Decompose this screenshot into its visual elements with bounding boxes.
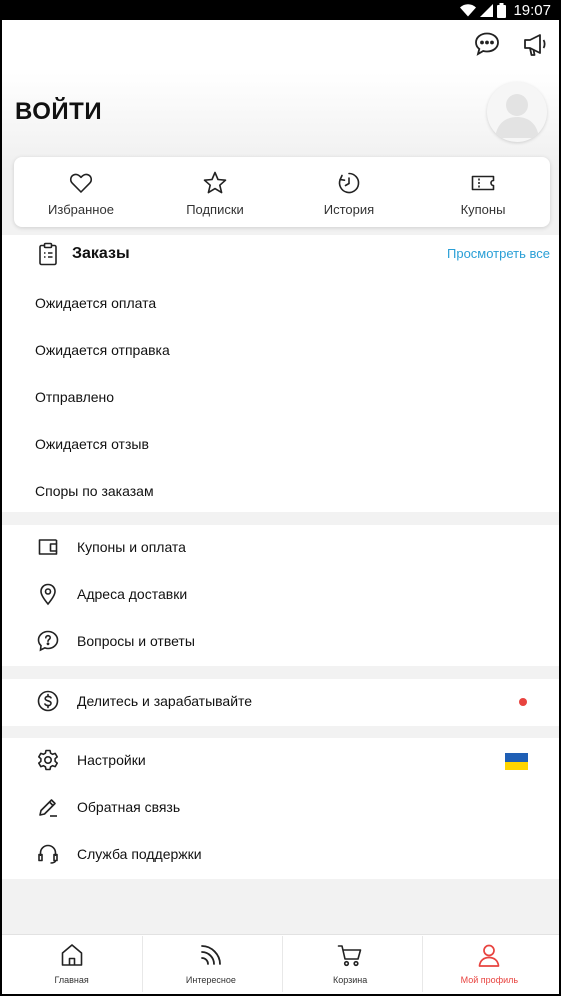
- nav-cart[interactable]: Корзина: [281, 935, 420, 994]
- quick-links-card: Избранное Подписки История Купоны: [14, 157, 550, 227]
- headset-icon: [38, 844, 58, 864]
- wifi-icon: [460, 3, 477, 17]
- location-pin-icon: [40, 583, 56, 606]
- cart-icon: [337, 945, 362, 967]
- profile-icon: [479, 944, 500, 967]
- quick-link-label: История: [323, 202, 375, 217]
- flag-stripe-yellow: [505, 761, 528, 770]
- quick-link-favorites[interactable]: Избранное: [14, 157, 148, 227]
- bottom-nav: Главная Интересное Корзина Мой профиль: [2, 934, 559, 994]
- order-status-awaiting-payment[interactable]: Ожидается оплата: [2, 283, 559, 330]
- profile-screen: 19:07 ВОЙТИ Избранное Подписки История К…: [2, 0, 559, 994]
- list-item-label: Ожидается отзыв: [35, 436, 149, 452]
- menu-item-label: Делитесь и зарабатывайте: [77, 693, 253, 709]
- gear-icon: [38, 749, 58, 771]
- profile-header: ВОЙТИ: [2, 20, 559, 170]
- menu-item-qa[interactable]: Вопросы и ответы: [2, 619, 559, 666]
- menu-item-label: Обратная связь: [77, 799, 181, 815]
- list-item-label: Ожидается отправка: [35, 342, 170, 358]
- nav-label: Главная: [54, 975, 89, 985]
- menu-item-label: Вопросы и ответы: [77, 633, 195, 649]
- account-section: Купоны и оплата Адреса доставки Вопросы …: [2, 525, 559, 666]
- signal-icon: [480, 3, 494, 17]
- order-status-awaiting-shipment[interactable]: Ожидается отправка: [2, 330, 559, 377]
- status-time: 19:07: [513, 1, 551, 19]
- notification-dot: [519, 698, 527, 706]
- list-item-label: Споры по заказам: [35, 483, 154, 499]
- list-item-label: Ожидается оплата: [35, 295, 157, 311]
- nav-feed[interactable]: Интересное: [141, 935, 280, 994]
- pencil-icon: [39, 799, 57, 817]
- order-status-disputes[interactable]: Споры по заказам: [2, 471, 559, 518]
- order-status-awaiting-review[interactable]: Ожидается отзыв: [2, 424, 559, 471]
- question-bubble-icon: [37, 630, 59, 652]
- quick-link-subscriptions[interactable]: Подписки: [148, 157, 282, 227]
- menu-item-share-earn[interactable]: Делитесь и зарабатывайте: [2, 679, 559, 726]
- flag-stripe-blue: [505, 753, 528, 762]
- menu-item-coupons-payment[interactable]: Купоны и оплата: [2, 525, 559, 572]
- menu-item-label: Адреса доставки: [77, 586, 188, 602]
- nav-divider: [282, 936, 283, 992]
- ticket-icon: [471, 175, 495, 191]
- menu-item-label: Настройки: [77, 752, 146, 768]
- menu-item-settings[interactable]: Настройки: [2, 738, 559, 785]
- heart-icon: [69, 173, 93, 193]
- order-status-shipped[interactable]: Отправлено: [2, 377, 559, 424]
- orders-header: Заказы Просмотреть все: [2, 235, 559, 283]
- nav-profile[interactable]: Мой профиль: [420, 935, 559, 994]
- menu-item-label: Купоны и оплата: [77, 539, 186, 555]
- nav-divider: [142, 936, 143, 992]
- login-button[interactable]: ВОЙТИ: [15, 98, 102, 126]
- quick-link-label: Избранное: [48, 202, 114, 217]
- feed-icon: [200, 945, 221, 965]
- wallet-icon: [38, 539, 58, 555]
- quick-link-label: Подписки: [186, 202, 244, 217]
- menu-item-label: Служба поддержки: [77, 846, 202, 862]
- clipboard-icon: [39, 242, 57, 266]
- country-flag-icon[interactable]: [505, 753, 528, 770]
- quick-link-history[interactable]: История: [282, 157, 416, 227]
- nav-label: Интересное: [185, 975, 236, 985]
- menu-item-support[interactable]: Служба поддержки: [2, 832, 559, 879]
- share-section: Делитесь и зарабатывайте: [2, 679, 559, 726]
- list-item-label: Отправлено: [35, 389, 115, 405]
- settings-section: Настройки Обратная связь Служба поддержк…: [2, 738, 559, 879]
- orders-section: Заказы Просмотреть все Ожидается оплата …: [2, 235, 559, 512]
- messages-icon[interactable]: [473, 30, 501, 58]
- menu-item-feedback[interactable]: Обратная связь: [2, 785, 559, 832]
- dollar-circle-icon: [37, 690, 59, 712]
- quick-link-coupons[interactable]: Купоны: [416, 157, 550, 227]
- menu-item-delivery-addresses[interactable]: Адреса доставки: [2, 572, 559, 619]
- battery-icon: [497, 2, 507, 18]
- star-icon: [203, 171, 227, 194]
- announcement-icon[interactable]: [521, 30, 549, 58]
- avatar[interactable]: [487, 82, 547, 142]
- quick-link-label: Купоны: [460, 202, 506, 217]
- home-icon: [61, 944, 82, 966]
- nav-label: Мой профиль: [460, 975, 519, 985]
- view-all-orders-link[interactable]: Просмотреть все: [447, 246, 550, 261]
- nav-home[interactable]: Главная: [2, 935, 141, 994]
- history-clock-icon: [338, 172, 360, 194]
- status-bar: 19:07: [2, 0, 559, 20]
- nav-label: Корзина: [332, 975, 368, 985]
- nav-divider: [422, 936, 423, 992]
- orders-title: Заказы: [72, 245, 130, 262]
